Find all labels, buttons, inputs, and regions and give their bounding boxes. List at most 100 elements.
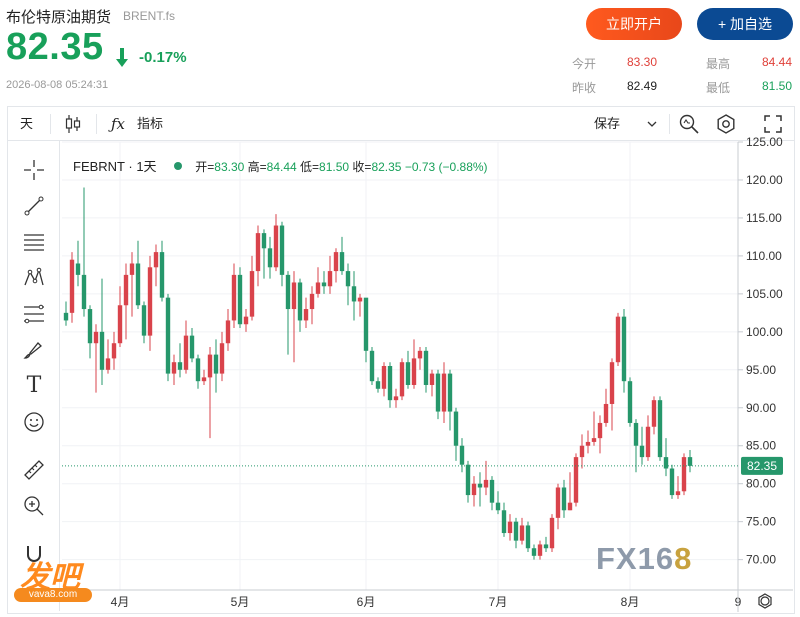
y-tick-label: 85.00 <box>746 439 776 453</box>
fa-url-watermark: vava8.com <box>14 588 92 602</box>
candle-body <box>573 457 579 503</box>
candle-body <box>639 445 645 458</box>
axis-settings-icon[interactable] <box>760 596 770 606</box>
y-tick-label: 105.00 <box>746 287 783 301</box>
candle-body <box>171 362 177 374</box>
x-tick-label: 5月 <box>231 595 250 609</box>
candle-body <box>93 331 99 344</box>
candle-body <box>645 426 651 458</box>
candle-body <box>489 479 495 503</box>
candle-body <box>435 373 441 412</box>
candle-body <box>525 525 531 549</box>
candle-body <box>543 544 549 549</box>
legend-high-label: 高= <box>247 160 267 174</box>
candle-body <box>201 377 207 382</box>
candle-body <box>501 510 507 534</box>
candle-body <box>303 309 309 321</box>
candle-body <box>207 354 213 378</box>
legend-high: 84.44 <box>266 160 297 174</box>
candle-body <box>363 297 369 351</box>
candle-body <box>219 343 225 374</box>
candle-body <box>261 233 267 249</box>
candle-body <box>153 252 159 268</box>
candle-body <box>243 316 249 325</box>
candle-body <box>99 331 105 370</box>
fx168-watermark: FX168 <box>596 541 693 576</box>
candle-body <box>423 350 429 385</box>
y-tick-label: 120.00 <box>746 173 783 187</box>
candle-body <box>111 343 117 359</box>
legend-close-label: 收= <box>352 160 372 174</box>
candle-body <box>291 282 297 310</box>
candle-body <box>63 312 69 321</box>
candle-body <box>393 396 399 401</box>
candle-body <box>627 381 633 423</box>
candle-body <box>339 252 345 272</box>
legend-open: 83.30 <box>214 160 245 174</box>
candle-body <box>375 381 381 389</box>
y-tick-label: 80.00 <box>746 477 776 491</box>
y-tick-label: 75.00 <box>746 515 776 529</box>
candle-body <box>603 403 609 423</box>
candle-body <box>129 263 135 275</box>
candle-body <box>459 445 465 465</box>
candle-body <box>441 373 447 412</box>
candle-body <box>255 233 261 272</box>
candle-body <box>429 373 435 385</box>
candle-body <box>585 441 591 446</box>
candle-body <box>609 362 615 404</box>
candle-body <box>471 483 477 496</box>
legend-close: 82.35 <box>371 160 402 174</box>
candle-body <box>249 271 255 317</box>
candle-body <box>345 271 351 287</box>
candle-body <box>381 366 387 389</box>
candle-body <box>177 362 183 370</box>
candle-body <box>495 502 501 511</box>
candle-body <box>537 544 543 556</box>
candle-body <box>315 282 321 294</box>
candle-body <box>285 274 291 310</box>
candle-body <box>591 438 597 442</box>
chart-legend: FEBRNT · 1天 开=83.30 高=84.44 低=81.50 收=82… <box>73 156 488 175</box>
candle-body <box>135 263 141 306</box>
candle-body <box>165 297 171 374</box>
candle-body <box>675 491 681 496</box>
legend-open-label: 开= <box>195 160 215 174</box>
candle-body <box>651 400 657 427</box>
candle-body <box>189 335 195 359</box>
legend-change: −0.73 (−0.88%) <box>404 160 488 174</box>
candle-body <box>225 320 231 344</box>
y-tick-label: 110.00 <box>746 249 782 263</box>
candle-body <box>333 252 339 272</box>
candle-body <box>267 248 273 268</box>
y-tick-label: 90.00 <box>746 401 776 415</box>
candle-body <box>141 305 147 336</box>
candlestick-chart[interactable]: 125.00 120.00 115.00 110.00 105.00 100.00 95.0… <box>0 0 800 617</box>
candle-body <box>417 350 423 359</box>
candle-body <box>237 274 243 325</box>
candle-body <box>147 267 153 336</box>
x-tick-label: 8月 <box>621 595 640 609</box>
candle-body <box>387 366 393 401</box>
candle-body <box>519 525 525 541</box>
candle-body <box>561 487 567 511</box>
candle-body <box>531 548 537 556</box>
y-tick-label: 125.00 <box>746 135 783 149</box>
x-tick-label: 7月 <box>489 595 508 609</box>
legend-low: 81.50 <box>319 160 350 174</box>
candle-body <box>279 225 285 275</box>
candle-body <box>681 457 687 492</box>
candle-body <box>81 274 87 310</box>
candle-body <box>309 293 315 310</box>
candle-body <box>405 362 411 385</box>
candle-body <box>231 274 237 321</box>
candle-body <box>357 297 363 302</box>
y-tick-label: 115.00 <box>746 211 782 225</box>
candle-body <box>555 487 561 518</box>
status-dot-icon <box>173 162 182 170</box>
y-tick-label: 95.00 <box>746 363 776 377</box>
candle-body <box>399 362 405 397</box>
candle-body <box>273 225 279 268</box>
candle-body <box>411 358 417 385</box>
candle-body <box>453 411 459 446</box>
